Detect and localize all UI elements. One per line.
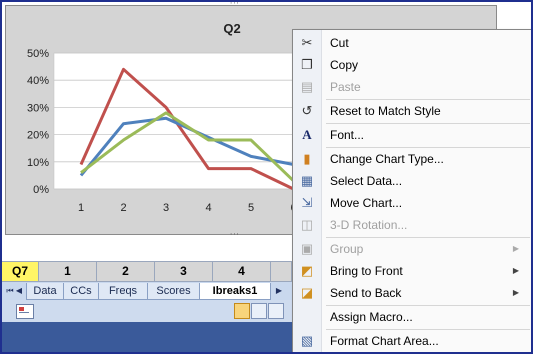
cell-q7[interactable]: Q7 (2, 262, 39, 281)
previous-sheet-button[interactable]: ◀ (14, 285, 24, 297)
chart-type-icon: ▮ (303, 151, 311, 166)
menu-item-label: Font... (330, 128, 365, 142)
send-to-back-icon: ◪ (300, 285, 314, 300)
menu-item-send-to-back[interactable]: ◪ Send to Back ▶ (293, 282, 531, 304)
cell-header-4[interactable]: 4 (213, 262, 271, 281)
menu-item-change-chart-type[interactable]: ▮ Change Chart Type... (293, 148, 531, 170)
scissors-icon: ✂ (301, 35, 313, 50)
menu-item-3d-rotation: ◫ 3-D Rotation... (293, 214, 531, 236)
sheet-tab-ibreaks1[interactable]: Ibreaks1 (199, 283, 271, 300)
menu-item-label: Change Chart Type... (330, 152, 444, 166)
menu-item-assign-macro[interactable]: Assign Macro... (293, 306, 531, 328)
menu-item-select-data[interactable]: ▦ Select Data... (293, 170, 531, 192)
resize-handle-left[interactable] (2, 114, 5, 124)
sheet-tab-scores[interactable]: Scores (147, 283, 200, 300)
menu-item-group: ▣ Group ▶ (293, 238, 531, 260)
menu-item-reset-to-match-style[interactable]: ↺ Reset to Match Style (293, 100, 531, 122)
move-chart-icon: ⇲ (301, 195, 313, 210)
menu-item-label: Reset to Match Style (330, 104, 441, 118)
paste-icon: ▤ (300, 79, 314, 94)
menu-item-label: Bring to Front (330, 264, 403, 278)
menu-item-label: Format Chart Area... (330, 334, 439, 348)
menu-item-label: Assign Macro... (330, 310, 413, 324)
y-tick-label: 0% (33, 184, 49, 196)
cell-header-1[interactable]: 1 (39, 262, 97, 281)
menu-item-label: Copy (330, 58, 359, 72)
y-tick-label: 30% (27, 102, 49, 114)
x-tick-label: 5 (248, 202, 254, 214)
menu-item-paste: ▤ Paste (293, 76, 531, 98)
page-layout-view-button[interactable] (251, 303, 267, 319)
menu-item-label: Cut (330, 36, 349, 50)
menu-item-cut[interactable]: ✂ Cut (293, 32, 531, 54)
menu-item-format-chart-area[interactable]: ▧ Format Chart Area... (293, 330, 531, 352)
resize-handle-top[interactable]: ∙∙∙ (230, 2, 240, 7)
menu-item-label: 3-D Rotation... (330, 218, 408, 232)
macro-record-icon[interactable] (16, 304, 34, 319)
x-tick-label: 1 (78, 202, 84, 214)
menu-item-move-chart[interactable]: ⇲ Move Chart... (293, 192, 531, 214)
x-tick-label: 4 (205, 202, 211, 214)
resize-handle-bottom[interactable]: ∙∙∙ (230, 230, 240, 238)
bring-to-front-icon: ◩ (300, 263, 314, 278)
excel-window: Q2 50%40%30%20%10%0%123456 ∙∙∙ ∙∙∙ Q7 1 … (2, 2, 531, 352)
y-tick-label: 40% (27, 75, 49, 87)
y-tick-label: 20% (27, 130, 49, 142)
submenu-arrow-icon: ▶ (512, 244, 519, 253)
rotation-3d-icon: ◫ (300, 217, 314, 232)
menu-item-copy[interactable]: ❐ Copy (293, 54, 531, 76)
context-menu: ✂ Cut ❐ Copy ▤ Paste ↺ Reset to Match St… (292, 29, 531, 352)
submenu-arrow-icon: ▶ (512, 266, 519, 275)
sheet-tab-freqs[interactable]: Freqs (98, 283, 148, 300)
menu-item-label: Select Data... (330, 174, 403, 188)
x-tick-label: 3 (163, 202, 169, 214)
sheet-tab-ccs[interactable]: CCs (63, 283, 99, 300)
menu-item-label: Group (330, 242, 364, 256)
sheet-tab-data[interactable]: Data (26, 283, 64, 300)
menu-item-bring-to-front[interactable]: ◩ Bring to Front ▶ (293, 260, 531, 282)
format-chart-area-icon: ▧ (300, 333, 314, 348)
menu-item-label: Move Chart... (330, 196, 403, 210)
cell-blank[interactable] (271, 262, 292, 281)
next-sheet-button[interactable]: ▶ (274, 285, 284, 297)
group-icon: ▣ (300, 241, 314, 256)
normal-view-button[interactable] (234, 303, 250, 319)
cell-header-3[interactable]: 3 (155, 262, 213, 281)
page-break-preview-button[interactable] (268, 303, 284, 319)
menu-item-font[interactable]: A Font... (293, 124, 531, 146)
copy-icon: ❐ (301, 57, 313, 72)
submenu-arrow-icon: ▶ (512, 288, 519, 297)
y-tick-label: 10% (27, 157, 49, 169)
menu-item-label: Paste (330, 80, 361, 94)
cell-header-2[interactable]: 2 (97, 262, 155, 281)
reset-style-icon: ↺ (301, 103, 313, 118)
y-tick-label: 50% (27, 48, 49, 60)
menu-item-label: Send to Back (330, 286, 402, 300)
select-data-icon: ▦ (300, 173, 314, 188)
font-icon: A (302, 127, 312, 142)
chart-title: Q2 (223, 21, 240, 36)
x-tick-label: 2 (120, 202, 126, 214)
